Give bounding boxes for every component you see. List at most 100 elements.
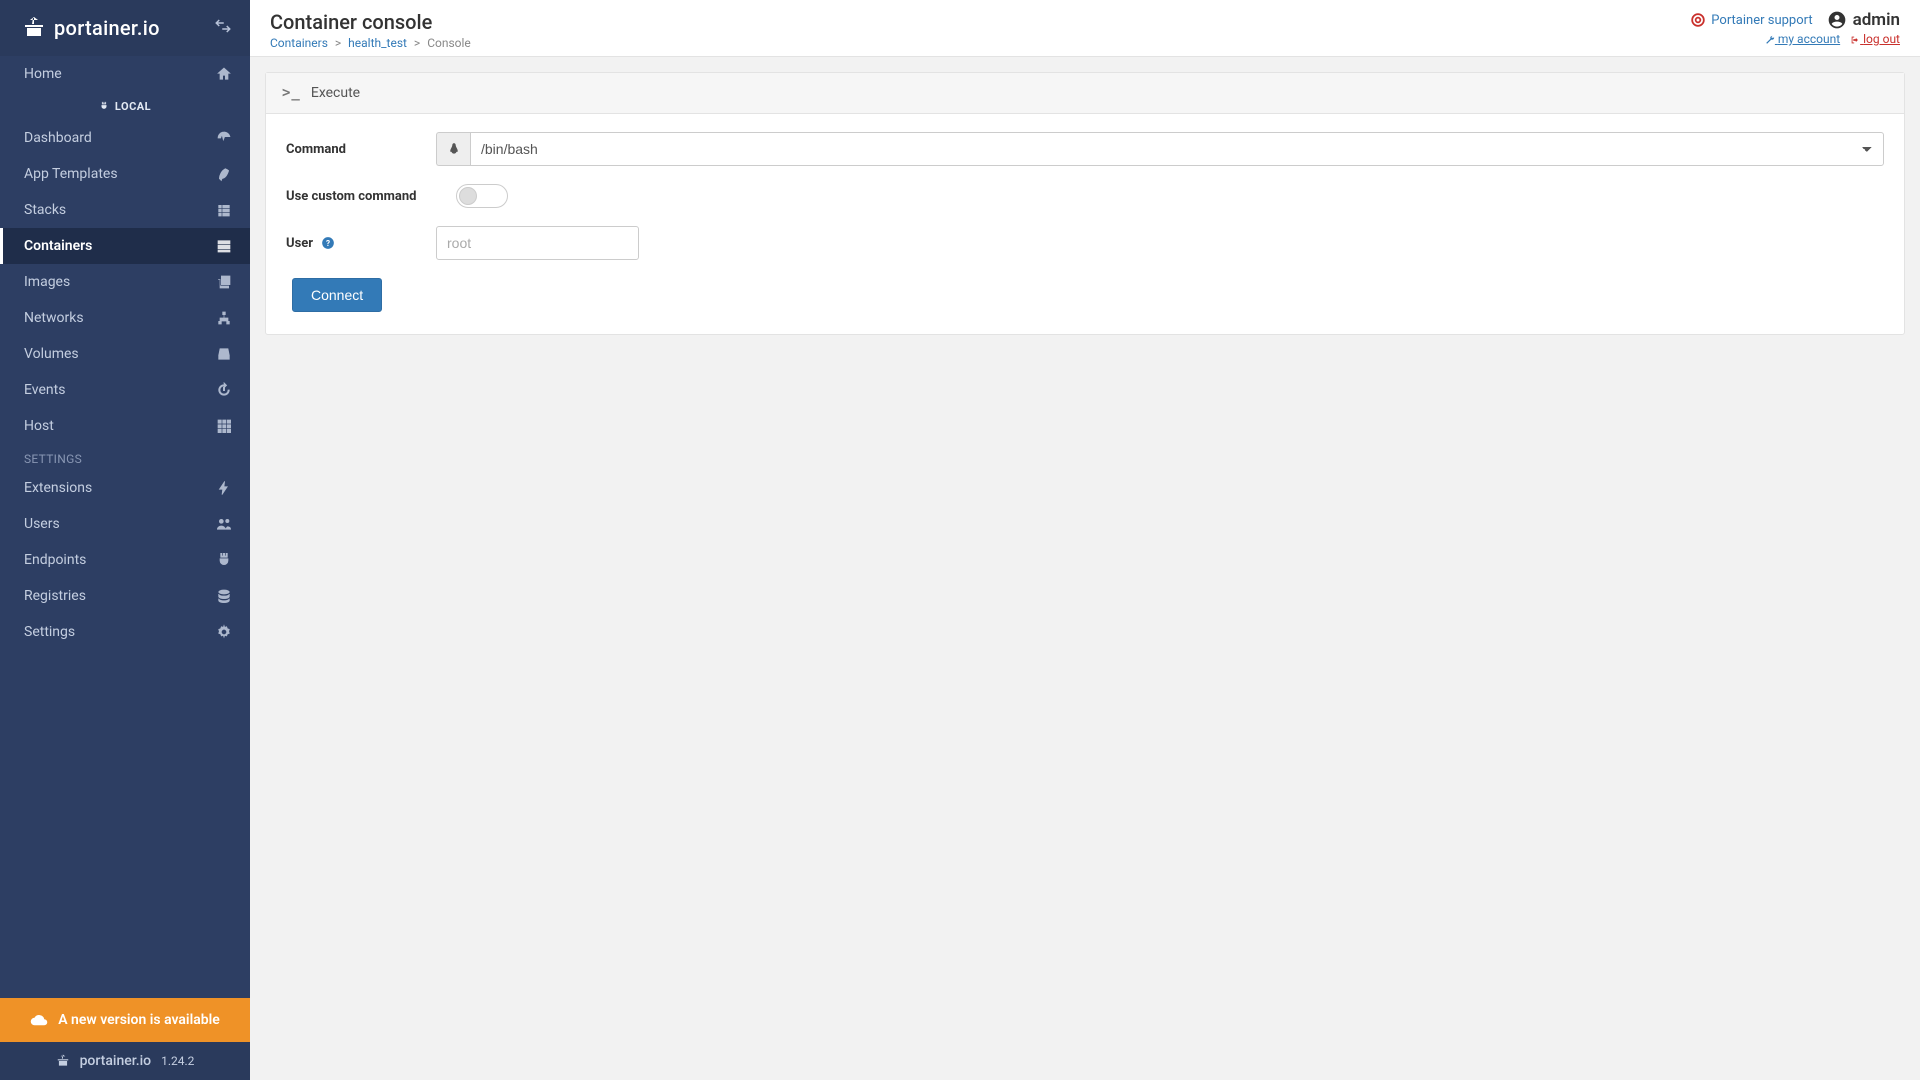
user-input[interactable] <box>436 226 639 260</box>
breadcrumb-sep: > <box>331 36 345 50</box>
cogs-icon <box>216 624 232 640</box>
brand-text: portainer.io <box>54 16 160 40</box>
history-icon <box>216 382 232 398</box>
panel-header: >_ Execute <box>266 73 1904 114</box>
brand[interactable]: portainer.io <box>22 16 160 40</box>
portainer-logo-icon <box>22 16 46 40</box>
plug-icon <box>216 552 232 568</box>
sidebar-item-label: Settings <box>24 624 75 640</box>
sidebar-item-networks[interactable]: Networks <box>0 300 250 336</box>
sidebar-item-app-templates[interactable]: App Templates <box>0 156 250 192</box>
my-account-link[interactable]: my account <box>1765 32 1840 46</box>
sidebar-item-label: Images <box>24 274 70 290</box>
command-input-group: /bin/bash <box>436 132 1884 166</box>
dashboard-icon <box>216 130 232 146</box>
sidebar-item-home[interactable]: Home <box>0 56 250 92</box>
footer-brand: portainer.io <box>80 1053 152 1069</box>
sidebar-item-label: Host <box>24 418 54 434</box>
svg-text:?: ? <box>326 238 330 248</box>
logout-text: log out <box>1863 32 1900 46</box>
panel-title: Execute <box>311 85 360 101</box>
connect-button[interactable]: Connect <box>292 278 382 312</box>
sidebar-item-events[interactable]: Events <box>0 372 250 408</box>
sign-out-icon <box>1850 35 1860 45</box>
breadcrumb: Containers > health_test > Console <box>270 36 471 50</box>
portainer-logo-icon <box>56 1054 70 1068</box>
user-row: User ? <box>286 226 1884 260</box>
rocket-icon <box>216 166 232 182</box>
sidebar-item-registries[interactable]: Registries <box>0 578 250 614</box>
bolt-icon <box>216 480 232 496</box>
sidebar-header: portainer.io <box>0 0 250 56</box>
users-icon <box>216 516 232 532</box>
sidebar-item-label: Registries <box>24 588 86 604</box>
logout-link[interactable]: log out <box>1850 32 1900 46</box>
plug-icon <box>99 101 109 111</box>
topbar-left: Container console Containers > health_te… <box>270 10 471 50</box>
support-link-text: Portainer support <box>1711 13 1812 28</box>
sidebar-item-label: Dashboard <box>24 130 92 146</box>
wrench-icon <box>1765 35 1775 45</box>
sidebar-item-extensions[interactable]: Extensions <box>0 470 250 506</box>
sidebar-item-label: Users <box>24 516 60 532</box>
sidebar-item-label: Extensions <box>24 480 92 496</box>
list-icon <box>216 202 232 218</box>
my-account-text: my account <box>1778 32 1840 46</box>
sidebar-item-label: Containers <box>24 238 92 254</box>
sidebar-item-containers[interactable]: Containers <box>0 228 250 264</box>
cloud-download-icon <box>30 1011 48 1029</box>
help-icon[interactable]: ? <box>321 236 335 250</box>
home-icon <box>216 66 232 82</box>
sidebar-item-host[interactable]: Host <box>0 408 250 444</box>
breadcrumb-sep: > <box>410 36 424 50</box>
sidebar-item-label: Home <box>24 66 62 82</box>
custom-command-label: Use custom command <box>286 189 456 204</box>
sidebar: portainer.io Home LOCAL Dashboard App Te… <box>0 0 250 1080</box>
sitemap-icon <box>216 310 232 326</box>
update-banner[interactable]: A new version is available <box>0 998 250 1042</box>
user-label: User ? <box>286 236 436 251</box>
command-label: Command <box>286 142 436 157</box>
panel-body: Command /bin/bash Use custom c <box>266 114 1904 334</box>
user-label-text: User <box>286 236 313 251</box>
custom-command-toggle[interactable] <box>456 184 508 208</box>
sidebar-item-users[interactable]: Users <box>0 506 250 542</box>
sidebar-nav: Home LOCAL Dashboard App Templates Stack… <box>0 56 250 998</box>
user-label: admin <box>1827 10 1900 30</box>
command-row: Command /bin/bash <box>286 132 1884 166</box>
command-os-icon <box>436 132 470 166</box>
database-icon <box>216 588 232 604</box>
sidebar-item-images[interactable]: Images <box>0 264 250 300</box>
actions: Connect <box>292 278 1884 312</box>
linux-icon <box>447 142 461 156</box>
user-circle-icon <box>1827 10 1847 30</box>
sidebar-item-label: Endpoints <box>24 552 86 568</box>
sidebar-toggle-icon[interactable] <box>214 17 232 39</box>
sidebar-item-endpoints[interactable]: Endpoints <box>0 542 250 578</box>
breadcrumb-current: Console <box>427 36 471 50</box>
command-select[interactable]: /bin/bash <box>470 132 1884 166</box>
sidebar-item-volumes[interactable]: Volumes <box>0 336 250 372</box>
toggle-knob <box>459 187 477 205</box>
sidebar-item-dashboard[interactable]: Dashboard <box>0 120 250 156</box>
breadcrumb-containers[interactable]: Containers <box>270 36 328 50</box>
sidebar-item-stacks[interactable]: Stacks <box>0 192 250 228</box>
sidebar-item-label: Events <box>24 382 65 398</box>
breadcrumb-container-name[interactable]: health_test <box>348 36 407 50</box>
custom-command-row: Use custom command <box>286 184 1884 208</box>
page-title: Container console <box>270 10 471 34</box>
sidebar-item-settings[interactable]: Settings <box>0 614 250 650</box>
sidebar-section-settings: SETTINGS <box>0 444 250 470</box>
content: >_ Execute Command /bin/bash <box>250 57 1920 350</box>
topbar-right: Portainer support admin my account log o… <box>1691 10 1900 46</box>
footer-version: 1.24.2 <box>161 1054 194 1068</box>
execute-panel: >_ Execute Command /bin/bash <box>265 72 1905 335</box>
grid-icon <box>216 418 232 434</box>
update-banner-text: A new version is available <box>58 1012 220 1028</box>
sidebar-endpoint-label: LOCAL <box>115 100 151 113</box>
clone-icon <box>216 274 232 290</box>
sidebar-item-label: Volumes <box>24 346 79 362</box>
sidebar-item-label: Networks <box>24 310 84 326</box>
support-link[interactable]: Portainer support <box>1691 13 1812 28</box>
hdd-icon <box>216 346 232 362</box>
